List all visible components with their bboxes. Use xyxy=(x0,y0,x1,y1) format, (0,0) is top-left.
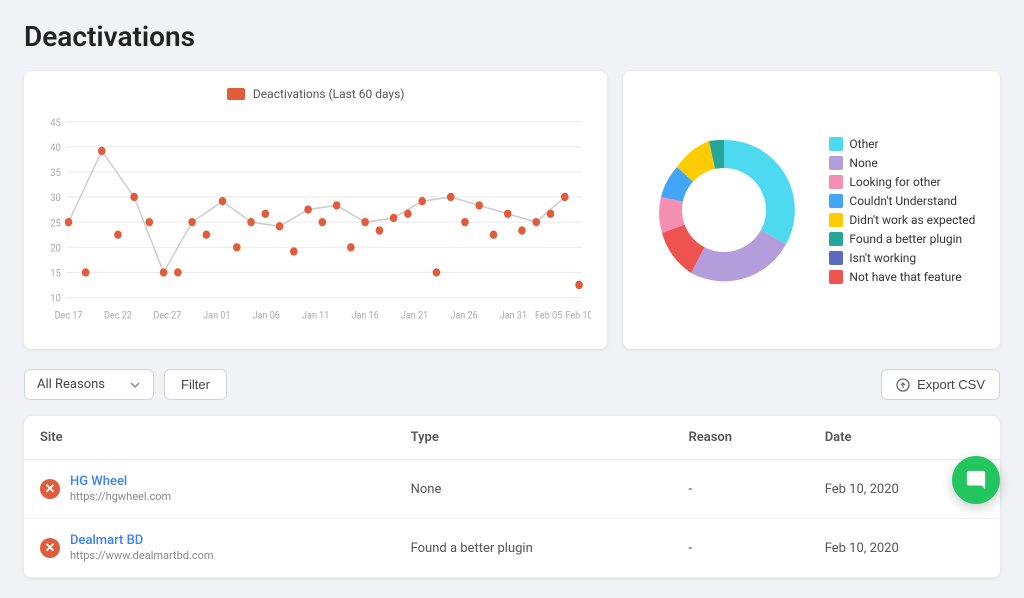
line-chart-svg: 45 40 35 30 25 20 15 10 xyxy=(40,109,591,329)
svg-text:10: 10 xyxy=(50,293,61,305)
svg-text:20: 20 xyxy=(50,243,61,255)
legend-label-looking: Looking for other xyxy=(849,175,940,189)
svg-text:15: 15 xyxy=(50,268,61,280)
charts-row: Deactivations (Last 60 days) 45 40 35 30… xyxy=(24,71,1000,349)
remove-icon-1[interactable]: ✕ xyxy=(40,479,60,499)
svg-text:Jan 11: Jan 11 xyxy=(302,310,329,322)
message-icon xyxy=(965,469,987,491)
type-cell-2: Found a better plugin xyxy=(395,519,673,578)
legend-color-looking xyxy=(829,175,843,189)
site-info-2: Dealmart BD https://www.dealmartbd.com xyxy=(70,533,214,563)
col-type: Type xyxy=(395,416,673,460)
export-csv-label: Export CSV xyxy=(917,377,985,392)
legend-item-other: Other xyxy=(829,137,975,151)
svg-text:Dec 27: Dec 27 xyxy=(153,310,181,322)
deactivations-table: Site Type Reason Date ✕ HG Wheel https:/… xyxy=(24,416,1000,578)
remove-icon-2[interactable]: ✕ xyxy=(40,538,60,558)
svg-text:Jan 06: Jan 06 xyxy=(253,310,280,322)
svg-text:Jan 21: Jan 21 xyxy=(401,310,428,322)
legend-label-none: None xyxy=(849,156,877,170)
donut-chart-svg xyxy=(639,125,809,295)
col-reason: Reason xyxy=(673,416,809,460)
legend-item-none: None xyxy=(829,156,975,170)
svg-text:45: 45 xyxy=(50,117,61,129)
svg-text:40: 40 xyxy=(50,143,61,155)
chat-fab-button[interactable] xyxy=(952,456,1000,504)
svg-text:Jan 16: Jan 16 xyxy=(351,310,378,322)
legend-color-isnt xyxy=(829,251,843,265)
page-title: Deactivations xyxy=(24,20,1000,53)
date-cell-2: Feb 10, 2020 xyxy=(809,519,1000,578)
legend-item-didnt: Didn't work as expected xyxy=(829,213,975,227)
table-row: ✕ HG Wheel https://hgwheel.com None - Fe… xyxy=(24,460,1000,519)
upload-icon xyxy=(896,378,910,392)
export-csv-button[interactable]: Export CSV xyxy=(881,369,1000,400)
legend-color-nothave xyxy=(829,270,843,284)
site-cell-2: ✕ Dealmart BD https://www.dealmartbd.com xyxy=(40,533,379,563)
line-chart-path xyxy=(69,151,565,273)
legend-color-didnt xyxy=(829,213,843,227)
legend-color-none xyxy=(829,156,843,170)
col-site: Site xyxy=(24,416,395,460)
svg-text:Feb 10: Feb 10 xyxy=(565,310,591,322)
svg-text:Jan 26: Jan 26 xyxy=(450,310,477,322)
legend-color-other xyxy=(829,137,843,151)
svg-text:Dec 22: Dec 22 xyxy=(104,310,132,322)
deactivations-table-card: Site Type Reason Date ✕ HG Wheel https:/… xyxy=(24,416,1000,578)
site-link-1[interactable]: HG Wheel xyxy=(70,474,171,489)
line-chart-legend-color xyxy=(227,88,245,100)
donut-chart-card: Other None Looking for other Couldn't Un… xyxy=(623,71,1000,349)
filter-row: All Reasons Filter Export CSV xyxy=(24,369,1000,400)
table-row: ✕ Dealmart BD https://www.dealmartbd.com… xyxy=(24,519,1000,578)
line-chart-card: Deactivations (Last 60 days) 45 40 35 30… xyxy=(24,71,607,349)
legend-item-looking: Looking for other xyxy=(829,175,975,189)
svg-text:30: 30 xyxy=(50,193,61,205)
legend-item-isnt: Isn't working xyxy=(829,251,975,265)
site-info-1: HG Wheel https://hgwheel.com xyxy=(70,474,171,504)
legend-label-better: Found a better plugin xyxy=(849,232,962,246)
svg-text:35: 35 xyxy=(50,168,61,180)
svg-text:Jan 01: Jan 01 xyxy=(203,310,230,322)
donut-legend: Other None Looking for other Couldn't Un… xyxy=(829,137,975,284)
type-cell-1: None xyxy=(395,460,673,519)
x-axis: Dec 17 Dec 22 Dec 27 Jan 01 Jan 06 Jan 1… xyxy=(55,310,592,322)
table-body: ✕ HG Wheel https://hgwheel.com None - Fe… xyxy=(24,460,1000,578)
legend-item-nothave: Not have that feature xyxy=(829,270,975,284)
legend-color-better xyxy=(829,232,843,246)
svg-text:Jan 31: Jan 31 xyxy=(500,310,527,322)
legend-label-couldnt: Couldn't Understand xyxy=(849,194,957,208)
legend-color-couldnt xyxy=(829,194,843,208)
col-date: Date xyxy=(809,416,1000,460)
filter-button[interactable]: Filter xyxy=(164,369,227,400)
y-axis: 45 40 35 30 25 20 15 10 xyxy=(50,117,582,305)
legend-item-better: Found a better plugin xyxy=(829,232,975,246)
site-url-1: https://hgwheel.com xyxy=(70,490,171,503)
reason-cell-2: - xyxy=(673,519,809,578)
legend-label-isnt: Isn't working xyxy=(849,251,916,265)
chevron-down-icon xyxy=(129,379,141,391)
svg-text:Dec 17: Dec 17 xyxy=(55,310,83,322)
svg-text:25: 25 xyxy=(50,218,61,230)
svg-text:Feb 05: Feb 05 xyxy=(535,310,562,322)
site-cell-1: ✕ HG Wheel https://hgwheel.com xyxy=(40,474,379,504)
reason-cell-1: - xyxy=(673,460,809,519)
legend-item-couldnt: Couldn't Understand xyxy=(829,194,975,208)
legend-label-didnt: Didn't work as expected xyxy=(849,213,975,227)
legend-label-other: Other xyxy=(849,137,878,151)
line-chart-header: Deactivations (Last 60 days) xyxy=(40,87,591,101)
table-header: Site Type Reason Date xyxy=(24,416,1000,460)
site-link-2[interactable]: Dealmart BD xyxy=(70,533,214,548)
legend-label-nothave: Not have that feature xyxy=(849,270,961,284)
reasons-dropdown[interactable]: All Reasons xyxy=(24,369,154,400)
line-chart-legend-label: Deactivations (Last 60 days) xyxy=(253,87,405,101)
reasons-dropdown-label: All Reasons xyxy=(37,377,105,392)
site-url-2: https://www.dealmartbd.com xyxy=(70,549,214,562)
